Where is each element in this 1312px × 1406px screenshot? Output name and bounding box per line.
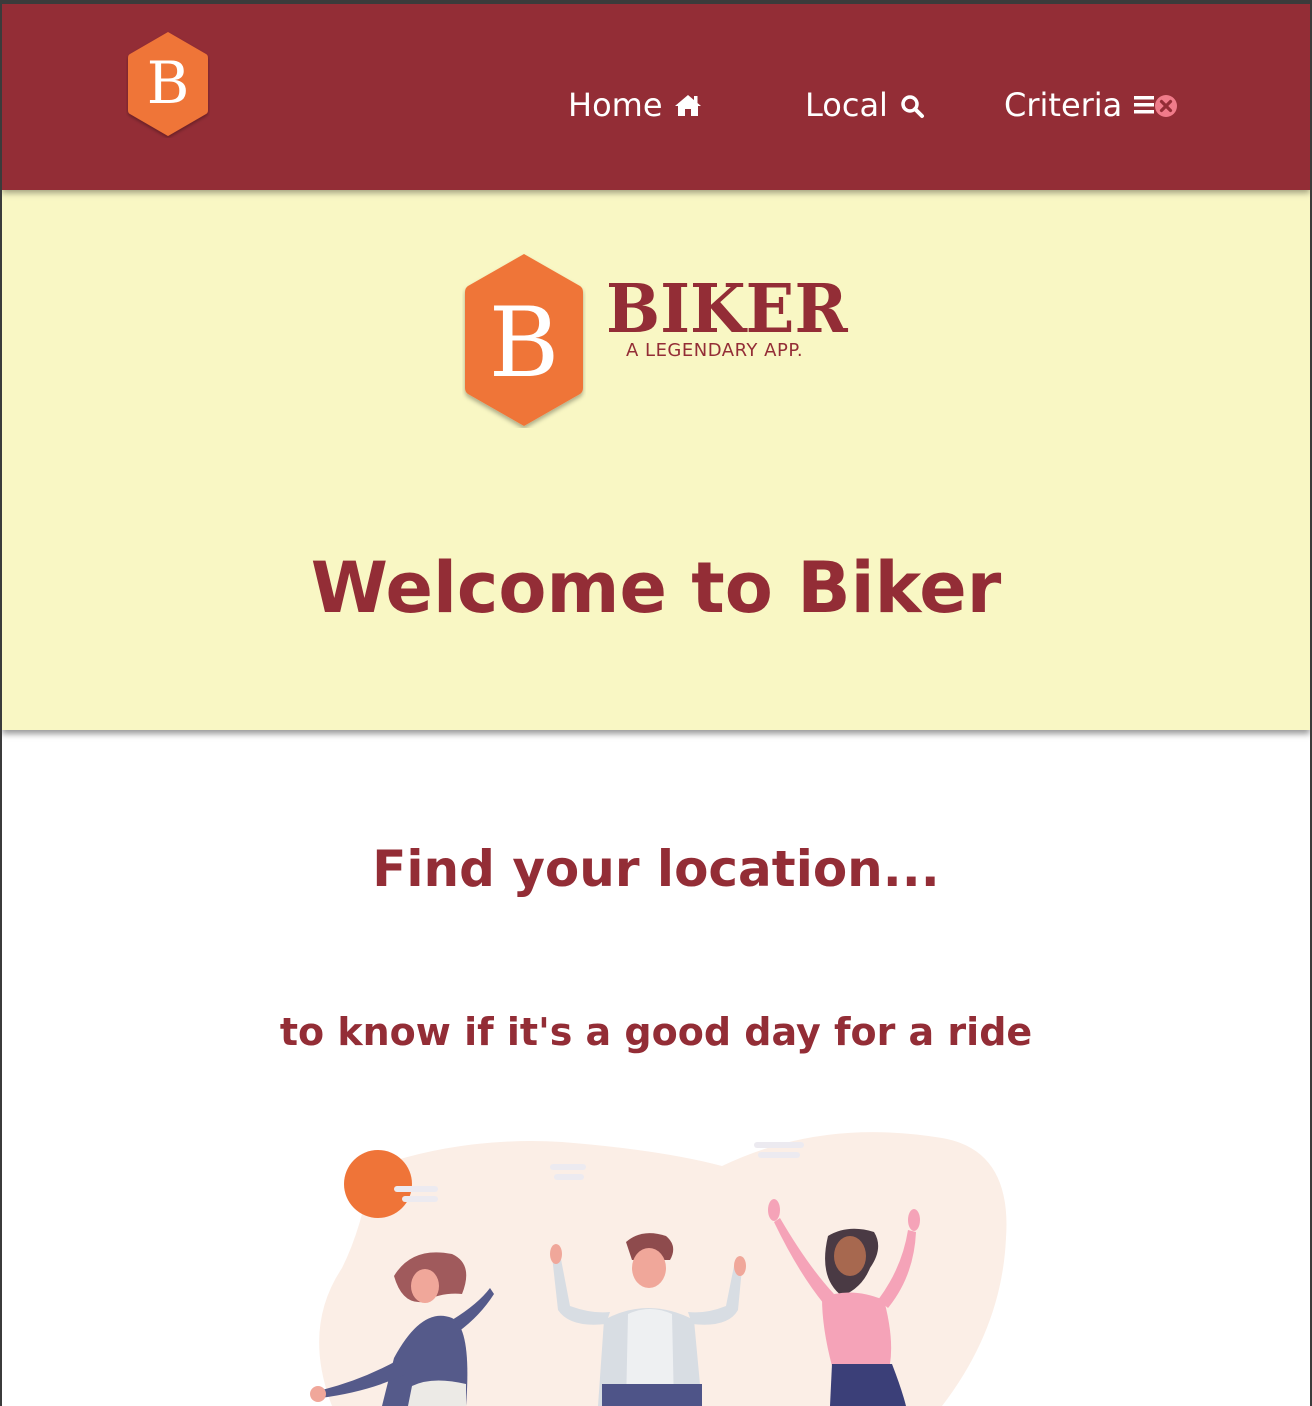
svg-text:B: B <box>489 287 560 399</box>
page-title: Welcome to Biker <box>310 547 1002 629</box>
sun-icon <box>344 1150 412 1218</box>
nav-local-label: Local <box>805 86 888 124</box>
nav-home-link[interactable]: Home <box>568 82 703 128</box>
search-icon <box>901 95 924 118</box>
filter-clear-icon <box>1134 95 1178 117</box>
celebrating-people-illustration <box>310 1132 1007 1406</box>
ride-subheading: to know if it's a good day for a ride <box>279 1010 1033 1054</box>
biker-logo-icon: B <box>465 254 583 426</box>
nav-criteria-label: Criteria <box>1004 86 1123 124</box>
svg-text:B: B <box>147 49 190 117</box>
brand-name: BIKER <box>606 269 848 349</box>
home-icon <box>674 95 701 116</box>
find-location-heading: Find your location... <box>372 840 940 898</box>
logo-hexagon-icon: B <box>128 32 208 136</box>
hero-section: B BIKER A LEGENDARY APP. Welcome to Bike… <box>2 190 1310 730</box>
brand-wordmark: BIKER A LEGENDARY APP. <box>606 269 866 362</box>
nav-criteria-link[interactable]: Criteria <box>1004 82 1180 128</box>
page: B Home Local Criteria B BIKER A LEGENDAR… <box>2 4 1310 1406</box>
nav-logo[interactable]: B <box>126 30 210 138</box>
nav-local-link[interactable]: Local <box>805 82 928 128</box>
navbar: B Home Local Criteria <box>2 4 1310 190</box>
nav-home-label: Home <box>568 86 663 124</box>
